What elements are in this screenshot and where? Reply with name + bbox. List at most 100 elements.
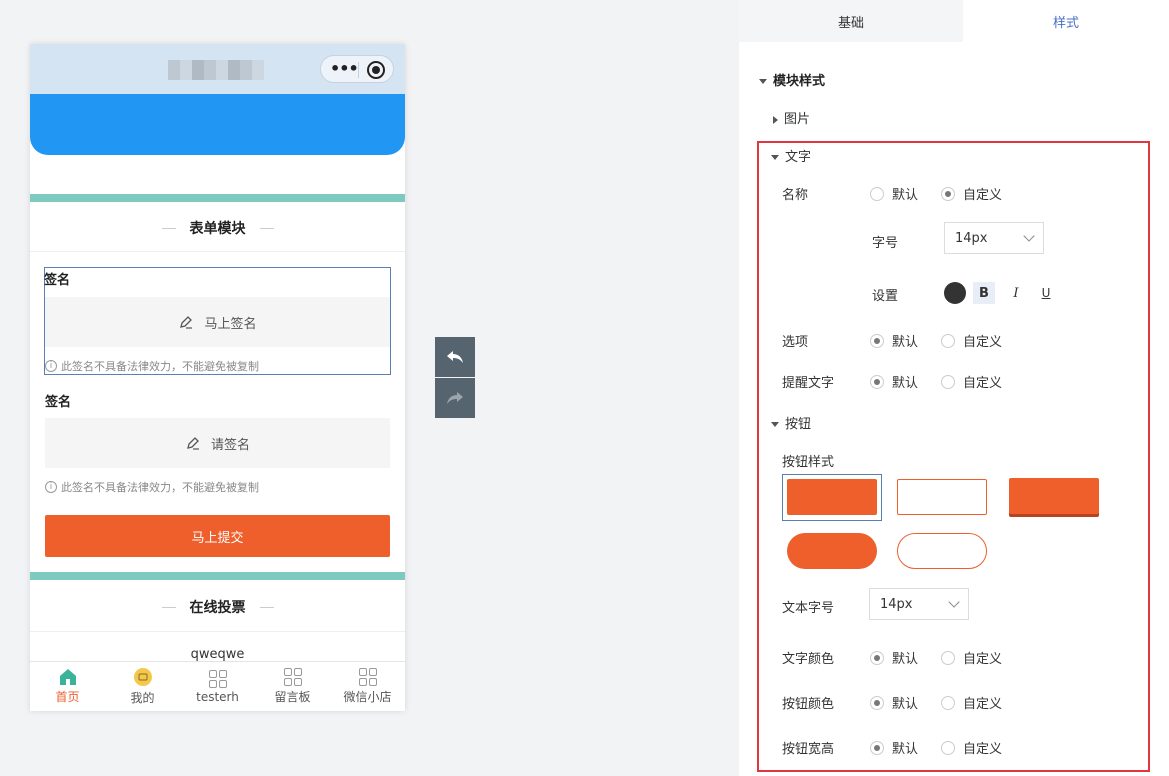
hint-default-radio[interactable]: 默认: [870, 372, 918, 391]
radio-icon: [870, 186, 884, 201]
tab-style[interactable]: 样式: [963, 0, 1169, 42]
grid-icon: [358, 668, 377, 686]
text-color-default-radio[interactable]: 默认: [870, 648, 918, 667]
radio-label: 默认: [892, 376, 919, 391]
button-color-default-radio[interactable]: 默认: [870, 693, 918, 712]
hint-custom-radio[interactable]: 自定义: [941, 372, 1002, 391]
close-target-icon[interactable]: [367, 61, 385, 79]
radio-label: 自定义: [963, 742, 1003, 757]
image-label: 图片: [784, 112, 811, 127]
tab-home[interactable]: 首页: [30, 662, 105, 711]
tab-label: testerh: [196, 689, 239, 704]
button-text-size-select[interactable]: 14px: [869, 588, 969, 620]
button-style-filled[interactable]: [787, 479, 877, 515]
grid-icon: [283, 668, 302, 686]
collapse-triangle-icon: [771, 422, 779, 427]
info-icon: i: [45, 360, 57, 372]
radio-label: 自定义: [963, 697, 1003, 712]
section-divider: [30, 194, 405, 202]
button-color-custom-radio[interactable]: 自定义: [941, 693, 1002, 712]
radio-checked-icon: [870, 740, 884, 755]
signature-label-2: 签名: [45, 395, 72, 410]
option-custom-radio[interactable]: 自定义: [941, 331, 1002, 350]
text-section-label: 文字: [785, 150, 812, 165]
button-size-default-radio[interactable]: 默认: [870, 738, 918, 757]
button-style-outline[interactable]: [897, 479, 987, 515]
collapse-triangle-icon: [771, 155, 779, 160]
signature-note-2: i 此签名不具备法律效力，不能避免被复制: [45, 479, 259, 495]
undo-icon: [447, 351, 463, 363]
module-style-heading[interactable]: 模块样式: [759, 70, 825, 89]
signature-note-1: i 此签名不具备法律效力，不能避免被复制: [45, 358, 259, 374]
radio-icon: [941, 374, 955, 389]
text-color-custom-radio[interactable]: 自定义: [941, 648, 1002, 667]
pen-icon: [187, 437, 199, 450]
option-label: 选项: [782, 335, 809, 350]
bold-button[interactable]: B: [973, 282, 995, 304]
radio-label: 默认: [892, 188, 919, 203]
text-color-swatch[interactable]: [944, 282, 966, 304]
tab-wechat-store[interactable]: 微信小店: [330, 662, 405, 711]
italic-button[interactable]: I: [1005, 282, 1027, 304]
poll-title-text: 在线投票: [189, 600, 246, 616]
tab-label: 我的: [130, 691, 155, 705]
radio-checked-icon: [870, 650, 884, 665]
font-size-label: 字号: [872, 236, 899, 251]
button-color-label: 按钮颜色: [782, 697, 835, 712]
button-size-label: 按钮宽高: [782, 742, 835, 757]
radio-checked-icon: [941, 186, 955, 201]
radio-icon: [941, 650, 955, 665]
bottom-tabbar: 首页 我的 testerh 留言板 微信小店: [30, 661, 405, 711]
button-style-pill-outline[interactable]: [897, 533, 987, 569]
module-style-label: 模块样式: [773, 74, 826, 89]
underline-button[interactable]: U: [1035, 282, 1057, 304]
chevron-down-icon: [948, 596, 960, 608]
undo-button[interactable]: [435, 337, 475, 377]
section-divider: [30, 572, 405, 580]
font-size-select[interactable]: 14px: [944, 222, 1044, 254]
sign-button-2[interactable]: 请签名: [45, 418, 390, 468]
tab-label: 首页: [55, 690, 80, 704]
image-section-toggle[interactable]: 图片: [773, 108, 810, 127]
radio-label: 自定义: [963, 376, 1003, 391]
chevron-down-icon: [1023, 230, 1035, 242]
tab-message-board[interactable]: 留言板: [255, 662, 330, 711]
button-style-pill-filled[interactable]: [787, 533, 877, 569]
radio-label: 自定义: [963, 188, 1003, 203]
phone-preview: ••• 表单模块 签名 马上签名 i 此签名不具备法律效力，不能避免被复制 签名…: [30, 44, 405, 711]
tab-mine[interactable]: 我的: [105, 662, 180, 711]
radio-label: 自定义: [963, 335, 1003, 350]
sign-button-1[interactable]: 马上签名: [45, 297, 390, 347]
note-text: 此签名不具备法律效力，不能避免被复制: [61, 360, 259, 373]
sign-button-label: 请签名: [210, 437, 250, 453]
option-default-radio[interactable]: 默认: [870, 331, 918, 350]
home-icon: [59, 669, 76, 685]
name-custom-radio[interactable]: 自定义: [941, 184, 1002, 203]
tab-basic[interactable]: 基础: [739, 0, 963, 42]
form-module-title: 表单模块: [30, 206, 405, 250]
radio-checked-icon: [870, 333, 884, 348]
submit-button[interactable]: 马上提交: [45, 515, 390, 557]
button-section-toggle[interactable]: 按钮: [771, 413, 811, 432]
more-icon[interactable]: •••: [330, 59, 359, 78]
select-value: 14px: [880, 596, 913, 612]
text-color-label: 文字颜色: [782, 652, 835, 667]
button-size-custom-radio[interactable]: 自定义: [941, 738, 1002, 757]
button-style-shadow[interactable]: [1009, 478, 1099, 514]
tab-testerh[interactable]: testerh: [180, 662, 255, 711]
poll-title: 在线投票: [30, 585, 405, 629]
text-section-toggle[interactable]: 文字: [771, 146, 811, 165]
note-text: 此签名不具备法律效力，不能避免被复制: [61, 481, 259, 494]
capsule-divider: [358, 62, 359, 78]
style-panel: 基础 样式 模块样式 图片 文字 名称 默认 自定义 字号 14px 设置 B …: [739, 0, 1169, 776]
text-size-label: 文本字号: [782, 601, 835, 616]
name-label: 名称: [782, 188, 809, 203]
name-default-radio[interactable]: 默认: [870, 184, 918, 203]
redo-button[interactable]: [435, 378, 475, 418]
poll-option[interactable]: qweqwe: [30, 647, 405, 662]
capsule-menu[interactable]: •••: [320, 55, 394, 83]
settings-label: 设置: [872, 289, 899, 304]
tab-label: 微信小店: [343, 690, 392, 704]
select-value: 14px: [955, 230, 988, 246]
radio-label: 默认: [892, 335, 919, 350]
